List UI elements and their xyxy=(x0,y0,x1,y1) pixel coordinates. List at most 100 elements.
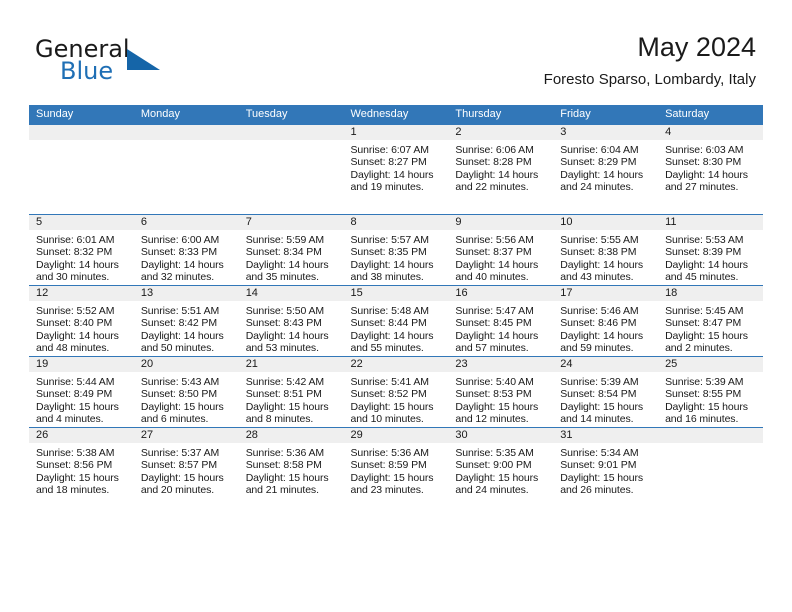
location-subtitle: Foresto Sparso, Lombardy, Italy xyxy=(543,71,756,88)
day-cell[interactable]: 6 Sunrise: 6:00 AM Sunset: 8:33 PM Daylight… xyxy=(133,213,239,285)
day-number: 3 xyxy=(553,124,659,140)
day-cell[interactable]: 26 Sunrise: 5:38 AM Sunset: 8:56 PM Dayligh… xyxy=(29,426,134,498)
day-cell[interactable]: 10 Sunrise: 5:55 AM Sunset: 8:38 PM Dayligh… xyxy=(553,213,659,285)
daylight-text-cont: and 35 minutes. xyxy=(245,271,319,284)
day-cell[interactable]: 2 Sunrise: 6:06 AM Sunset: 8:28 PM Daylight… xyxy=(448,123,554,214)
day-number: 1 xyxy=(343,124,449,140)
sunrise-text: Sunrise: 5:38 AM xyxy=(36,446,115,459)
day-cell[interactable]: 31 Sunrise: 5:34 AM Sunset: 9:01 PM Dayligh… xyxy=(553,426,659,498)
day-cell[interactable]: 11 Sunrise: 5:53 AM Sunset: 8:39 PM Dayligh… xyxy=(658,213,763,285)
day-cell[interactable]: 15 Sunrise: 5:48 AM Sunset: 8:44 PM Dayligh… xyxy=(343,284,449,356)
sunset-text: Sunset: 8:47 PM xyxy=(665,317,742,330)
daylight-text-cont: and 20 minutes. xyxy=(140,484,215,497)
sunrise-text: Sunrise: 5:50 AM xyxy=(245,304,325,317)
day-cell[interactable]: 25 Sunrise: 5:39 AM Sunset: 8:55 PM Dayligh… xyxy=(658,355,763,427)
calendar-body: 1 Sunrise: 6:07 AM Sunset: 8:27 PM Daylight… xyxy=(29,123,763,498)
sunrise-text: Sunrise: 5:55 AM xyxy=(560,233,639,246)
sunset-text: Sunset: 8:34 PM xyxy=(245,246,322,259)
sunset-text: Sunset: 8:35 PM xyxy=(350,246,427,259)
day-cell[interactable]: 18 Sunrise: 5:45 AM Sunset: 8:47 PM Dayligh… xyxy=(658,284,763,356)
daylight-text: Daylight: 14 hours xyxy=(350,168,434,181)
day-cell[interactable] xyxy=(658,426,763,498)
day-number: 9 xyxy=(448,214,554,230)
daylight-text: Daylight: 15 hours xyxy=(140,471,224,484)
sunrise-text: Sunrise: 6:04 AM xyxy=(560,143,639,156)
sunset-text: Sunset: 8:29 PM xyxy=(560,156,637,169)
day-cell[interactable]: 8 Sunrise: 5:57 AM Sunset: 8:35 PM Daylight… xyxy=(343,213,449,285)
day-cell[interactable]: 7 Sunrise: 5:59 AM Sunset: 8:34 PM Daylight… xyxy=(238,213,344,285)
daylight-text-cont: and 22 minutes. xyxy=(455,181,529,194)
sunrise-text: Sunrise: 5:48 AM xyxy=(350,304,429,317)
dow-header-thursday: Thursday xyxy=(448,105,554,124)
day-cell[interactable]: 24 Sunrise: 5:39 AM Sunset: 8:54 PM Dayligh… xyxy=(553,355,659,427)
day-cell[interactable] xyxy=(133,123,239,214)
daylight-text-cont: and 4 minutes. xyxy=(36,413,104,426)
sunset-text: Sunset: 8:49 PM xyxy=(36,388,113,401)
day-cell[interactable]: 12 Sunrise: 5:52 AM Sunset: 8:40 PM Dayligh… xyxy=(29,284,134,356)
daylight-text-cont: and 50 minutes. xyxy=(140,342,215,355)
day-cell[interactable]: 19 Sunrise: 5:44 AM Sunset: 8:49 PM Dayligh… xyxy=(29,355,134,427)
daylight-text: Daylight: 15 hours xyxy=(665,400,748,413)
day-cell[interactable] xyxy=(238,123,344,214)
daylight-text-cont: and 24 minutes. xyxy=(560,181,634,194)
day-cell[interactable] xyxy=(29,123,134,214)
sunset-text: Sunset: 8:59 PM xyxy=(350,459,427,472)
sunrise-text: Sunrise: 6:06 AM xyxy=(455,143,534,156)
day-cell[interactable]: 30 Sunrise: 5:35 AM Sunset: 9:00 PM Dayligh… xyxy=(448,426,554,498)
daylight-text: Daylight: 14 hours xyxy=(245,258,329,271)
day-number: 23 xyxy=(448,356,554,372)
day-cell[interactable]: 29 Sunrise: 5:36 AM Sunset: 8:59 PM Dayligh… xyxy=(343,426,449,498)
day-cell[interactable]: 1 Sunrise: 6:07 AM Sunset: 8:27 PM Daylight… xyxy=(343,123,449,214)
sunset-text: Sunset: 8:27 PM xyxy=(350,156,427,169)
daylight-text: Daylight: 14 hours xyxy=(140,258,224,271)
sunset-text: Sunset: 8:46 PM xyxy=(560,317,637,330)
day-cell[interactable]: 28 Sunrise: 5:36 AM Sunset: 8:58 PM Dayligh… xyxy=(238,426,344,498)
sunset-text: Sunset: 8:37 PM xyxy=(455,246,532,259)
sunset-text: Sunset: 8:54 PM xyxy=(560,388,637,401)
daylight-text: Daylight: 14 hours xyxy=(36,329,119,342)
sunrise-text: Sunrise: 5:39 AM xyxy=(665,375,744,388)
day-cell[interactable]: 5 Sunrise: 6:01 AM Sunset: 8:32 PM Daylight… xyxy=(29,213,134,285)
daylight-text: Daylight: 14 hours xyxy=(350,329,434,342)
day-number: 19 xyxy=(29,356,134,372)
day-cell[interactable]: 3 Sunrise: 6:04 AM Sunset: 8:29 PM Daylight… xyxy=(553,123,659,214)
day-number: 27 xyxy=(133,427,239,443)
page-title: May 2024 xyxy=(637,32,756,62)
week-row: 19 Sunrise: 5:44 AM Sunset: 8:49 PM Dayligh… xyxy=(29,355,763,427)
sunset-text: Sunset: 9:00 PM xyxy=(455,459,532,472)
day-cell[interactable]: 22 Sunrise: 5:41 AM Sunset: 8:52 PM Dayligh… xyxy=(343,355,449,427)
sunset-text: Sunset: 8:38 PM xyxy=(560,246,637,259)
day-cell[interactable]: 27 Sunrise: 5:37 AM Sunset: 8:57 PM Dayligh… xyxy=(133,426,239,498)
day-cell[interactable]: 17 Sunrise: 5:46 AM Sunset: 8:46 PM Dayligh… xyxy=(553,284,659,356)
sunset-text: Sunset: 8:42 PM xyxy=(140,317,217,330)
sunset-text: Sunset: 8:32 PM xyxy=(36,246,113,259)
day-number: 26 xyxy=(29,427,134,443)
day-number: 20 xyxy=(133,356,239,372)
daylight-text-cont: and 18 minutes. xyxy=(36,484,110,497)
brand-logo[interactable]: General Blue xyxy=(35,36,215,86)
week-row: 26 Sunrise: 5:38 AM Sunset: 8:56 PM Dayligh… xyxy=(29,426,763,498)
day-cell[interactable]: 13 Sunrise: 5:51 AM Sunset: 8:42 PM Dayligh… xyxy=(133,284,239,356)
sunrise-text: Sunrise: 5:42 AM xyxy=(245,375,325,388)
daylight-text: Daylight: 15 hours xyxy=(455,400,539,413)
sunrise-text: Sunrise: 5:39 AM xyxy=(560,375,639,388)
day-cell[interactable]: 4 Sunrise: 6:03 AM Sunset: 8:30 PM Daylight… xyxy=(658,123,763,214)
day-number: 7 xyxy=(238,214,344,230)
sunrise-text: Sunrise: 5:41 AM xyxy=(350,375,429,388)
sunset-text: Sunset: 8:45 PM xyxy=(455,317,532,330)
daylight-text: Daylight: 15 hours xyxy=(560,471,644,484)
daylight-text: Daylight: 14 hours xyxy=(455,258,539,271)
sunrise-text: Sunrise: 5:53 AM xyxy=(665,233,744,246)
daylight-text-cont: and 48 minutes. xyxy=(36,342,110,355)
day-cell[interactable]: 9 Sunrise: 5:56 AM Sunset: 8:37 PM Daylight… xyxy=(448,213,554,285)
day-cell[interactable]: 14 Sunrise: 5:50 AM Sunset: 8:43 PM Dayligh… xyxy=(238,284,344,356)
day-cell[interactable]: 20 Sunrise: 5:43 AM Sunset: 8:50 PM Dayligh… xyxy=(133,355,239,427)
daylight-text: Daylight: 15 hours xyxy=(350,471,434,484)
day-cell[interactable]: 16 Sunrise: 5:47 AM Sunset: 8:45 PM Dayligh… xyxy=(448,284,554,356)
day-cell[interactable]: 21 Sunrise: 5:42 AM Sunset: 8:51 PM Dayligh… xyxy=(238,355,344,427)
day-cell[interactable]: 23 Sunrise: 5:40 AM Sunset: 8:53 PM Dayligh… xyxy=(448,355,554,427)
sunrise-text: Sunrise: 5:34 AM xyxy=(560,446,639,459)
day-number: 12 xyxy=(29,285,134,301)
sunrise-text: Sunrise: 5:45 AM xyxy=(665,304,744,317)
sunrise-text: Sunrise: 5:43 AM xyxy=(140,375,220,388)
